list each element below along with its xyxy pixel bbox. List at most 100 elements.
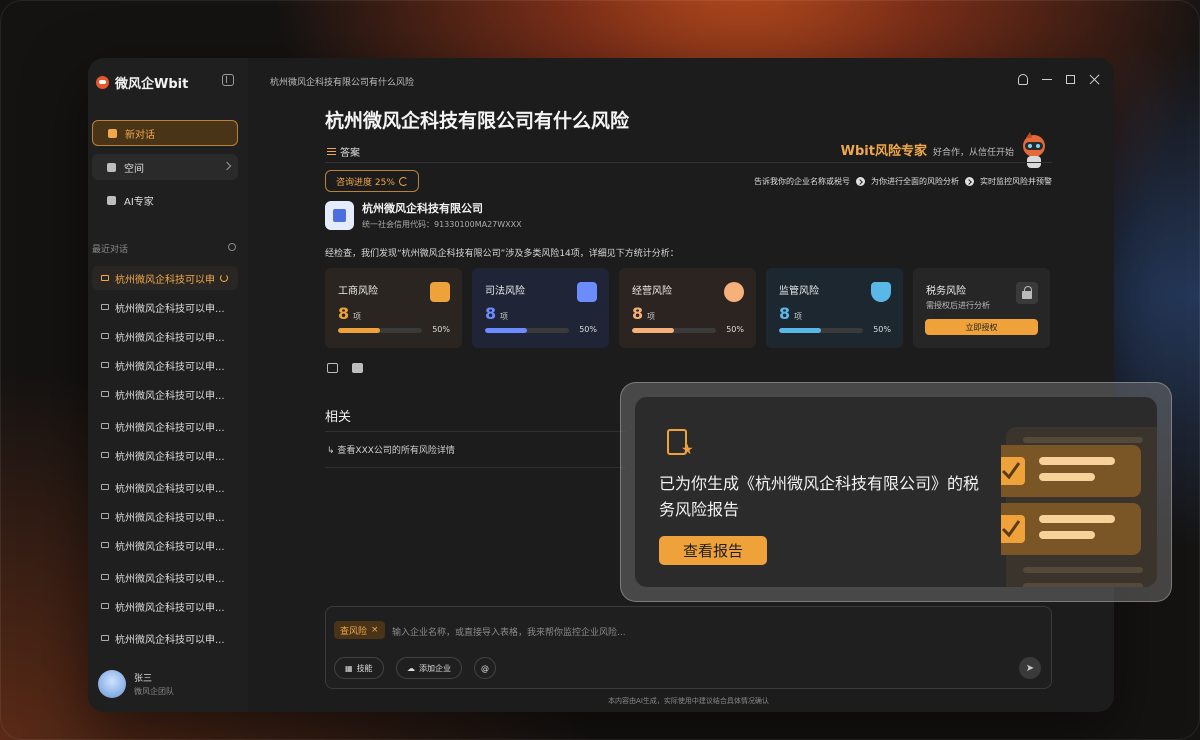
step-guide: 告诉我你的企业名称或税号 为你进行全面的风险分析 实时监控风险并预警	[754, 176, 1052, 187]
history-item[interactable]: 杭州微风企科技可以申...	[92, 594, 238, 618]
card-unit: 项	[353, 312, 361, 321]
card-progress	[485, 328, 569, 333]
history-item[interactable]: 杭州微风企科技可以申...	[92, 504, 238, 528]
add-company-button[interactable]: ☁ 添加企业	[396, 657, 462, 679]
history-item[interactable]: 杭州微风企科技可以申...	[92, 382, 238, 406]
card-progress	[779, 328, 863, 333]
history-item-label: 杭州微风企科技可以申...	[115, 422, 225, 434]
card-progress-fill	[485, 328, 527, 333]
divider	[325, 162, 1052, 163]
card-count: 8	[632, 304, 644, 323]
disclaimer: 本内容由AI生成，实际使用中建议结合具体情况确认	[608, 697, 769, 705]
close-icon[interactable]: ×	[371, 625, 379, 635]
user-team: 微风企团队	[134, 687, 174, 696]
history-item[interactable]: 杭州微风企科技可以申...	[92, 626, 238, 650]
card-percent: 50%	[873, 325, 891, 334]
risk-chip[interactable]: 查风险 ×	[334, 621, 385, 639]
risk-card-operation[interactable]: 经营风险 8 项 50%	[619, 268, 756, 348]
summary-text: 经检查，我们发现“杭州微风企科技有限公司”涉及多类风险14项，详细见下方统计分析…	[325, 249, 679, 259]
avatar[interactable]	[98, 670, 126, 698]
report-popup: ★ 已为你生成《杭州微风企科技有限公司》的税务风险报告 查看报告	[620, 382, 1172, 602]
building-icon	[430, 282, 450, 302]
spinner-icon	[398, 176, 408, 186]
risk-card-regulatory[interactable]: 监管风险 8 项 50%	[766, 268, 903, 348]
chat-bubble-icon	[101, 275, 109, 281]
chat-input[interactable]: 输入企业名称，或直接导入表格，我来帮你监控企业风险...	[392, 625, 626, 638]
chat-bubble-icon	[101, 452, 109, 458]
chat-bubble-icon	[101, 484, 109, 490]
view-report-button[interactable]: 查看报告	[659, 536, 767, 565]
history-item-label: 杭州微风企科技可以申...	[115, 512, 225, 524]
related-link[interactable]: ↳ 查看XXX公司的所有风险详情	[327, 443, 455, 456]
chat-bubble-icon	[101, 542, 109, 548]
risk-card-judicial[interactable]: 司法风险 8 项 50%	[472, 268, 609, 348]
progress-label: 咨询进度 25%	[336, 177, 395, 188]
card-percent: 50%	[726, 325, 744, 334]
card-count: 8	[338, 304, 350, 323]
user-name: 张三	[134, 674, 153, 684]
company-code: 统一社会信用代码：91330100MA27WXXX	[362, 220, 522, 229]
history-item-label: 杭州微风企科技可以申...	[115, 483, 225, 495]
history-item[interactable]: 杭州微风企科技可以申...	[92, 533, 238, 557]
history-item[interactable]: 杭州微风企科技可以申...	[92, 353, 238, 377]
user-profile[interactable]: 张三 微风企团队	[98, 670, 174, 698]
pie-chart-icon	[724, 282, 744, 302]
star-icon: ★	[681, 442, 694, 458]
history-item-label: 杭州微风企科技可以申...	[115, 602, 225, 614]
thumbs-down-icon[interactable]	[352, 363, 363, 373]
risk-card-business[interactable]: 工商风险 8 项 50%	[325, 268, 462, 348]
history-item-label: 杭州微风企科技可以申...	[115, 634, 225, 646]
related-title: 相关	[325, 410, 352, 425]
skills-label: 技能	[356, 663, 373, 673]
history-item-label: 杭州微风企科技可以申...	[115, 332, 225, 344]
history-item-label: 杭州微风企科技可以申...	[115, 541, 225, 553]
app-name: 微风企Wbit	[115, 77, 189, 92]
close-button[interactable]	[1089, 74, 1100, 85]
new-chat-button[interactable]: 新对话	[92, 120, 238, 146]
chat-bubble-icon	[101, 635, 109, 641]
card-count: 8	[779, 304, 791, 323]
history-item[interactable]: 杭州微风企科技可以申...	[92, 324, 238, 348]
history-item[interactable]: 杭州微风企科技可以申...	[92, 295, 238, 319]
card-progress-fill	[779, 328, 821, 333]
card-percent: 50%	[579, 325, 597, 334]
sidebar: 微风企Wbit 新对话 空间 AI专家 最近对话 杭州微风企科技可以申 杭州微风企…	[88, 58, 248, 712]
history-item[interactable]: 杭州微风企科技可以申...	[92, 475, 238, 499]
card-unit: 项	[647, 312, 655, 321]
mention-button[interactable]: @	[474, 657, 496, 679]
chat-bubble-icon	[101, 333, 109, 339]
company-name: 杭州微风企科技有限公司	[362, 202, 483, 215]
skills-button[interactable]: ▦ 技能	[334, 657, 384, 679]
authorize-button[interactable]: 立即授权	[925, 319, 1038, 335]
send-icon[interactable]: ➤	[1019, 657, 1041, 679]
maximize-button[interactable]	[1066, 75, 1075, 84]
popup-text: 已为你生成《杭州微风企科技有限公司》的税务风险报告	[659, 474, 980, 519]
history-item[interactable]: 杭州微风企科技可以申...	[92, 443, 238, 467]
card-unit: 项	[500, 312, 508, 321]
company-info[interactable]: 杭州微风企科技有限公司 统一社会信用代码：91330100MA27WXXX	[325, 200, 522, 230]
progress-badge: 咨询进度 25%	[325, 170, 419, 192]
popup-card: ★ 已为你生成《杭州微风企科技有限公司》的税务风险报告 查看报告	[635, 397, 1157, 587]
chat-bubble-icon	[101, 391, 109, 397]
history-item-label: 杭州微风企科技可以申...	[115, 303, 225, 315]
ai-expert-nav-item[interactable]: AI专家	[92, 187, 238, 213]
space-nav-item[interactable]: 空间	[92, 154, 238, 180]
history-item[interactable]: 杭州微风企科技可以申...	[92, 565, 238, 589]
collapse-sidebar-icon[interactable]	[222, 74, 234, 86]
graduation-cap-icon	[107, 195, 116, 205]
feedback	[327, 363, 363, 373]
space-label: 空间	[124, 163, 144, 175]
shield-icon	[871, 282, 891, 302]
card-count: 8	[485, 304, 497, 323]
related-link-label: 查看XXX公司的所有风险详情	[337, 446, 455, 456]
search-icon[interactable]	[228, 243, 236, 251]
chip-label: 查风险	[340, 626, 368, 637]
new-chat-label: 新对话	[125, 129, 155, 141]
step-2: 为你进行全面的风险分析	[871, 177, 959, 186]
history-item[interactable]: 杭州微风企科技可以申...	[92, 414, 238, 438]
history-item[interactable]: 杭州微风企科技可以申	[92, 266, 238, 290]
tab-answer[interactable]: 答案	[327, 144, 360, 159]
risk-card-tax[interactable]: 税务风险 需授权后进行分析 立即授权	[913, 268, 1050, 348]
thumbs-up-icon[interactable]	[327, 363, 338, 373]
chat-bubble-icon	[101, 574, 109, 580]
